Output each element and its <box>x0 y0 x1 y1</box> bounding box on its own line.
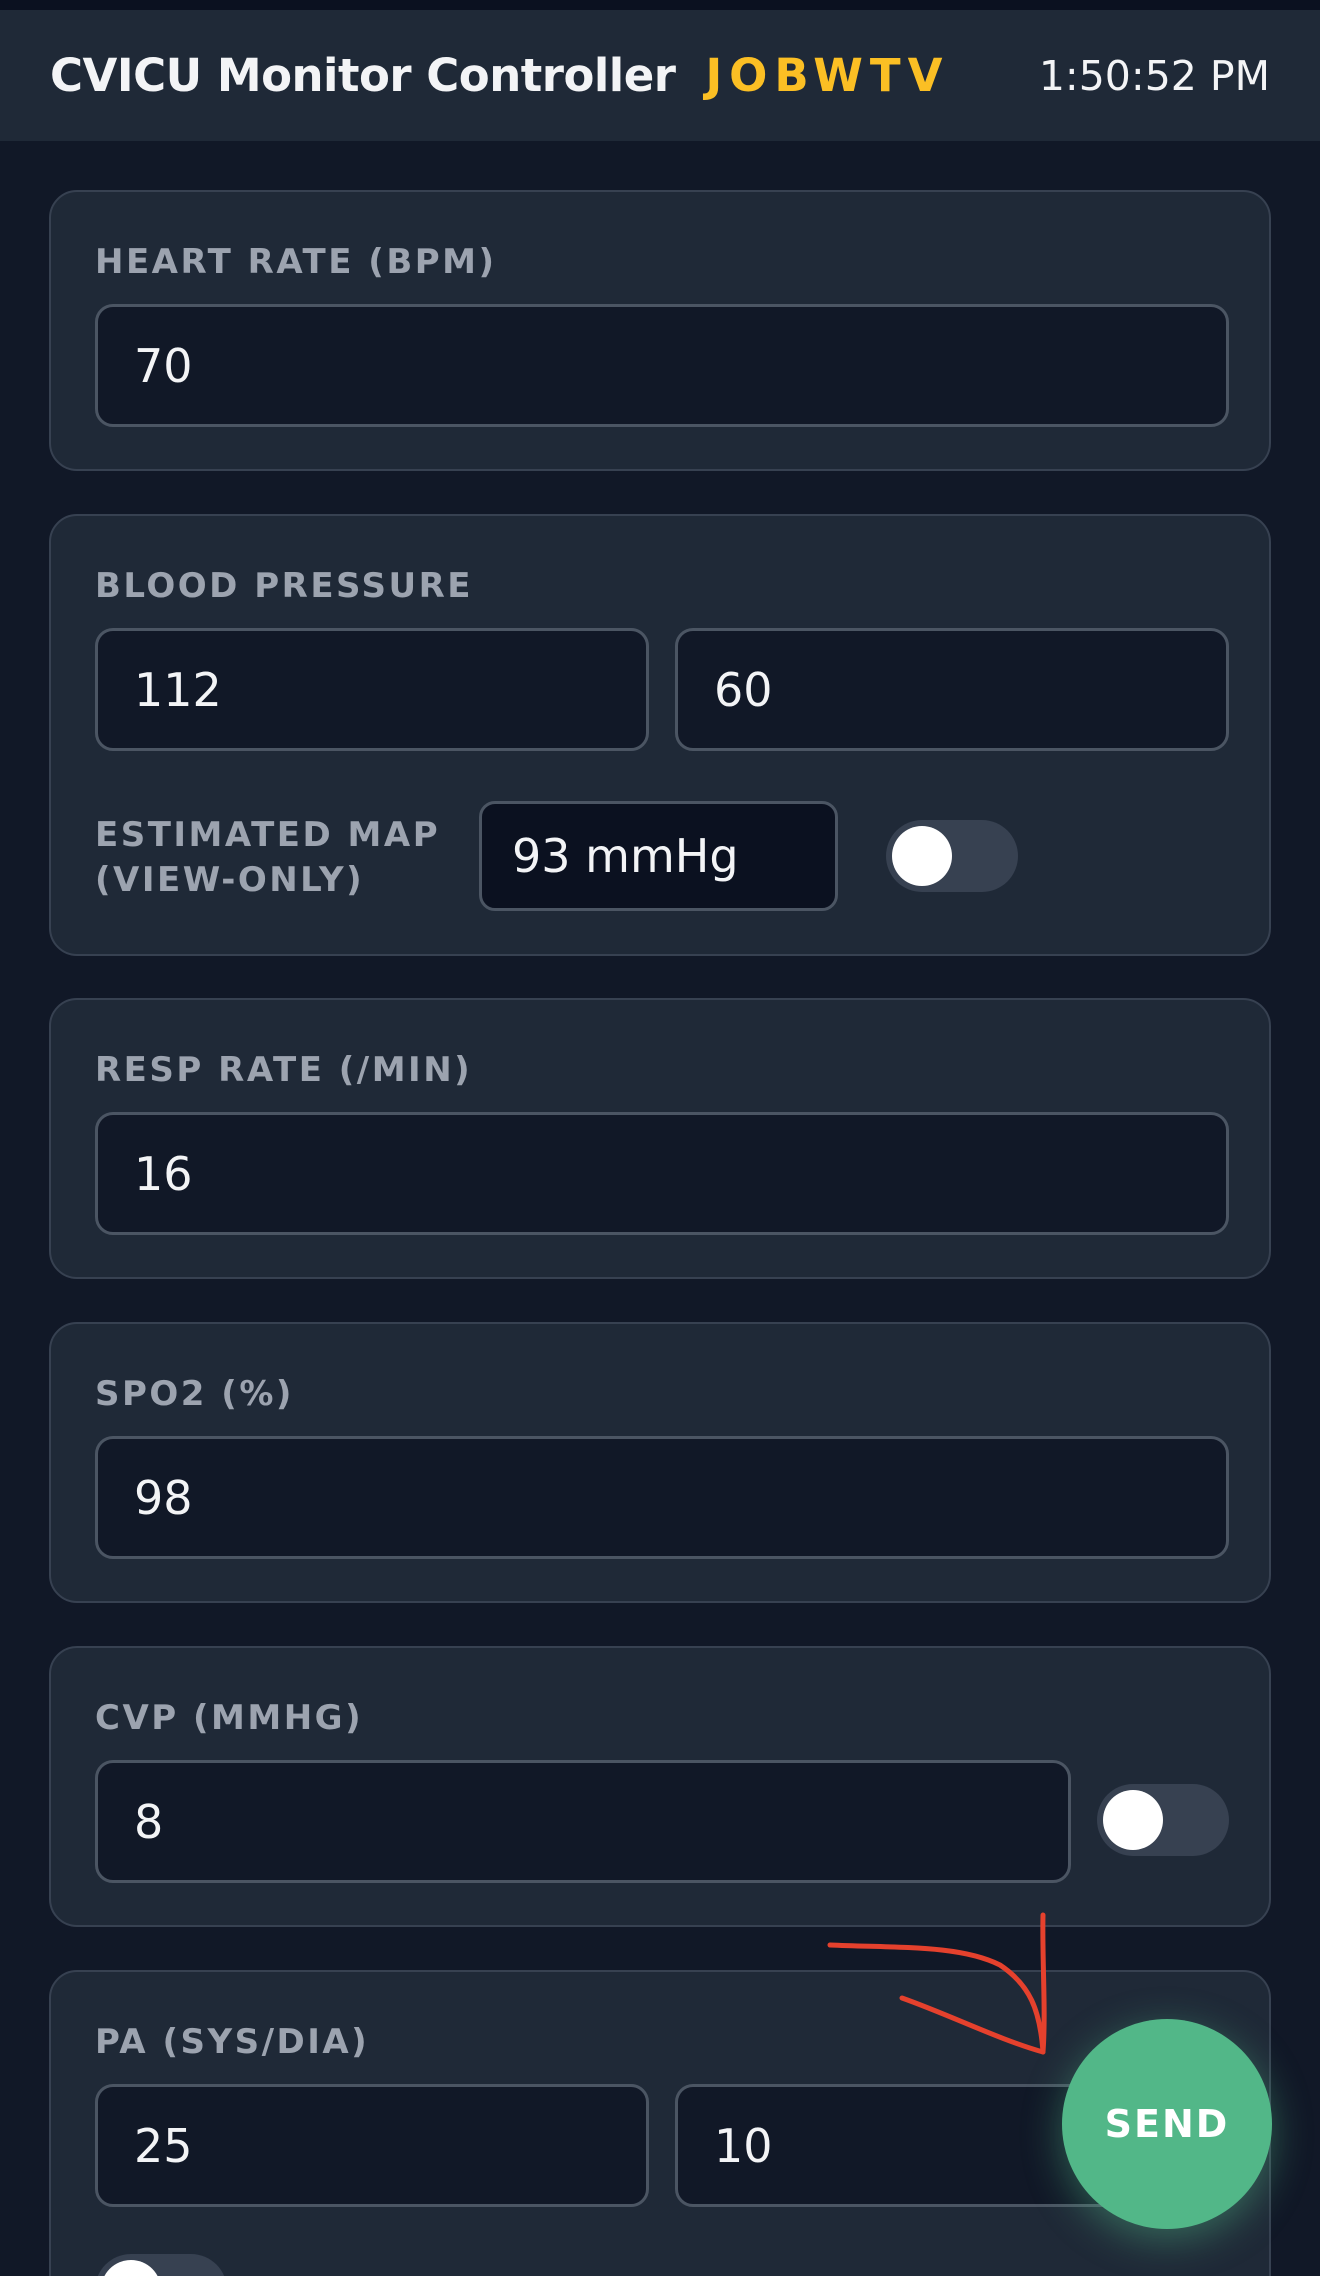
clock: 1:50:52 PM <box>1038 51 1270 100</box>
bp-systolic-input[interactable]: 112 <box>95 628 649 751</box>
heart-rate-input[interactable]: 70 <box>95 304 1229 427</box>
spo2-card: SPO2 (%) 98 <box>49 1322 1271 1603</box>
bp-diastolic-input[interactable]: 60 <box>675 628 1229 751</box>
map-toggle[interactable] <box>886 820 1018 892</box>
estimated-map-label-line2: (VIEW-ONLY) <box>95 860 365 900</box>
resp-rate-input[interactable]: 16 <box>95 1112 1229 1235</box>
cvp-toggle-knob <box>1103 1790 1163 1850</box>
app-header: CVICU Monitor Controller JOBWTV 1:50:52 … <box>0 10 1320 141</box>
app-title: CVICU Monitor Controller <box>50 49 676 102</box>
cvp-input[interactable]: 8 <box>95 1760 1071 1883</box>
blood-pressure-label: BLOOD PRESSURE <box>95 566 474 606</box>
map-toggle-knob <box>892 826 952 886</box>
spo2-input[interactable]: 98 <box>95 1436 1229 1559</box>
spo2-label: SPO2 (%) <box>95 1374 294 1414</box>
cvp-toggle[interactable] <box>1097 1784 1229 1856</box>
pa-toggle[interactable] <box>95 2254 227 2276</box>
pa-label: PA (SYS/DIA) <box>95 2022 370 2062</box>
estimated-map-value: 93 mmHg <box>479 801 838 911</box>
heart-rate-label: HEART RATE (BPM) <box>95 242 497 282</box>
estimated-map-label-line1: ESTIMATED MAP <box>95 815 441 855</box>
send-button[interactable]: SEND <box>1062 2019 1272 2229</box>
header-left: CVICU Monitor Controller JOBWTV <box>50 49 949 102</box>
top-strip <box>0 0 1320 10</box>
heart-rate-card: HEART RATE (BPM) 70 <box>49 190 1271 471</box>
cvp-label: CVP (MMHG) <box>95 1698 364 1738</box>
estimated-map-label: ESTIMATED MAP (VIEW-ONLY) <box>95 813 440 903</box>
pa-systolic-input[interactable]: 25 <box>95 2084 649 2207</box>
resp-rate-card: RESP RATE (/MIN) 16 <box>49 998 1271 1279</box>
cvp-card: CVP (MMHG) 8 <box>49 1646 1271 1927</box>
pa-toggle-knob <box>101 2260 161 2276</box>
resp-rate-label: RESP RATE (/MIN) <box>95 1050 473 1090</box>
room-code: JOBWTV <box>705 49 950 102</box>
blood-pressure-card: BLOOD PRESSURE 112 60 ESTIMATED MAP (VIE… <box>49 514 1271 956</box>
